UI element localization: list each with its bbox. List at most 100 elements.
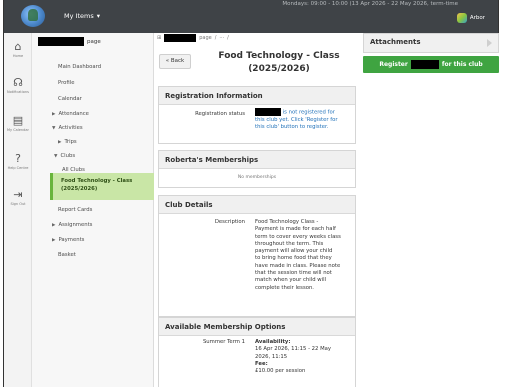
availability-line-1: 16 Apr 2026, 11:15 - 22 May bbox=[255, 346, 332, 353]
breadcrumb-page[interactable]: page bbox=[199, 35, 212, 41]
desc-line: have made in class. Please note bbox=[255, 262, 341, 269]
desc-line: that the session time will not bbox=[255, 270, 332, 277]
rail-home-label: Home bbox=[12, 54, 24, 58]
desc-line: Food Technology Class - bbox=[255, 219, 319, 225]
desc-line: payment will allow your child bbox=[255, 248, 333, 255]
top-bar: Mondays: 09:00 - 10:00 (13 Apr 2026 - 22… bbox=[4, 0, 498, 33]
nav-attendance-label: Attendance bbox=[58, 111, 89, 117]
club-details-heading: Club Details bbox=[159, 196, 355, 214]
rail-signout[interactable]: ⇥ Sign Out bbox=[4, 188, 32, 207]
nav-activities-label: Activities bbox=[58, 125, 83, 131]
chevron-right-icon bbox=[487, 39, 492, 47]
register-label-prefix: Register bbox=[379, 61, 408, 68]
nav-profile[interactable]: Profile bbox=[58, 80, 74, 86]
nav-activities[interactable]: ▼ Activities bbox=[52, 125, 83, 131]
description-value: Food Technology Class - Payment is made … bbox=[255, 219, 355, 292]
desc-line: complete their lesson. bbox=[255, 284, 314, 291]
caret-right-icon: ▶ bbox=[52, 238, 56, 243]
side-navigation: page Main Dashboard Profile Calendar ▶ At… bbox=[32, 33, 154, 387]
caret-right-icon: ▶ bbox=[58, 140, 62, 145]
school-crest-icon[interactable] bbox=[21, 5, 45, 27]
nav-assignments[interactable]: ▶ Assignments bbox=[52, 222, 92, 228]
breadcrumb-separator: / bbox=[214, 35, 217, 41]
rail-home[interactable]: ⌂ Home bbox=[4, 40, 32, 59]
breadcrumb: ⊞ page / ··· / bbox=[157, 34, 229, 42]
nav-trips[interactable]: ▶ Trips bbox=[58, 139, 77, 145]
availability-label: Availability: bbox=[255, 339, 291, 345]
registration-panel: Registration Information Registration st… bbox=[158, 86, 356, 144]
memberships-empty: No memberships bbox=[237, 175, 277, 180]
caret-right-icon: ▶ bbox=[52, 112, 56, 117]
nav-clubs[interactable]: ▼ Clubs bbox=[54, 153, 75, 159]
status-line-1: is not registered for bbox=[255, 108, 355, 117]
rail-notifications[interactable]: ☊ Notifications bbox=[4, 76, 32, 95]
sign-out-icon: ⇥ bbox=[13, 188, 23, 201]
status-text-3: this club' button to register. bbox=[255, 124, 329, 131]
desc-line: term to cover every weeks class bbox=[255, 233, 341, 240]
nav-payments[interactable]: ▶ Payments bbox=[52, 237, 84, 243]
home-icon: ⌂ bbox=[14, 40, 22, 53]
availability-line-2: 2026, 11:15 bbox=[255, 353, 288, 360]
redacted-breadcrumb-name bbox=[164, 34, 197, 42]
redacted-name bbox=[38, 37, 84, 46]
nav-assignments-label: Assignments bbox=[58, 222, 93, 228]
nav-header: page bbox=[38, 37, 101, 46]
nav-calendar[interactable]: Calendar bbox=[58, 96, 82, 102]
status-text-1: is not registered for bbox=[282, 109, 335, 116]
main-content: ⊞ page / ··· / « Back Food Technology - … bbox=[154, 33, 357, 387]
page-title-line2: (2025/2026) bbox=[248, 64, 310, 74]
term-details: Availability: 16 Apr 2026, 11:15 - 22 Ma… bbox=[255, 339, 355, 375]
term-label: Summer Term 1 bbox=[202, 339, 245, 345]
app-window: Mondays: 09:00 - 10:00 (13 Apr 2026 - 22… bbox=[0, 0, 510, 387]
my-items-menu[interactable]: My Items ▾ bbox=[64, 12, 100, 20]
rail-signout-label: Sign Out bbox=[10, 202, 26, 206]
page-title: Food Technology - Class (2025/2026) bbox=[204, 50, 354, 76]
nav-report-cards[interactable]: Report Cards bbox=[58, 207, 92, 213]
rail-help[interactable]: ? Help Centre bbox=[4, 152, 32, 171]
register-label-suffix: for this club bbox=[441, 61, 483, 68]
club-details-panel: Club Details Description Food Technology… bbox=[158, 195, 356, 317]
calendar-icon: ▤ bbox=[12, 114, 24, 127]
arbor-brand[interactable]: Arbor bbox=[456, 13, 485, 23]
back-button[interactable]: « Back bbox=[159, 54, 191, 69]
right-column: Attachments Register for this club bbox=[363, 33, 499, 387]
icon-rail: ⌂ Home ☊ Notifications ▤ My Calendar ? H… bbox=[4, 33, 32, 387]
rail-help-label: Help Centre bbox=[7, 166, 29, 170]
desc-line: to bring home food that they bbox=[255, 255, 332, 262]
register-button[interactable]: Register for this club bbox=[363, 56, 499, 73]
description-label: Description bbox=[214, 219, 245, 225]
nav-header-label: page bbox=[87, 38, 101, 45]
registration-heading: Registration Information bbox=[159, 87, 355, 105]
nav-basket[interactable]: Basket bbox=[58, 252, 76, 258]
chevron-down-icon: ▾ bbox=[96, 12, 100, 20]
arbor-logo-icon bbox=[456, 13, 467, 23]
nav-active-line2: (2025/2026) bbox=[61, 186, 98, 192]
desc-line: Payment is made for each half bbox=[255, 226, 336, 233]
bell-icon: ☊ bbox=[13, 76, 23, 89]
nav-main-dashboard[interactable]: Main Dashboard bbox=[58, 64, 101, 70]
breadcrumb-separator: / bbox=[227, 35, 229, 41]
nav-attendance[interactable]: ▶ Attendance bbox=[52, 111, 89, 117]
nav-active-club[interactable]: Food Technology - Class (2025/2026) bbox=[50, 173, 154, 200]
attachments-panel[interactable]: Attachments bbox=[363, 33, 499, 53]
breadcrumb-ellipsis[interactable]: ··· bbox=[219, 35, 224, 41]
redacted-child-name bbox=[410, 60, 439, 69]
help-icon: ? bbox=[15, 152, 21, 165]
nav-active-line1: Food Technology - Class bbox=[61, 178, 133, 184]
nav-clubs-label: Clubs bbox=[60, 153, 76, 159]
rail-calendar-label: My Calendar bbox=[7, 128, 29, 132]
fee-value: £10.00 per session bbox=[255, 368, 306, 375]
nav-payments-label: Payments bbox=[58, 237, 85, 243]
desc-line: match when your child will bbox=[255, 277, 327, 284]
redacted-child-name bbox=[255, 108, 281, 116]
caret-down-icon: ▼ bbox=[52, 126, 56, 131]
rail-calendar[interactable]: ▤ My Calendar bbox=[4, 114, 32, 133]
membership-options-heading: Available Membership Options bbox=[159, 318, 355, 336]
memberships-panel: Roberta's Memberships No memberships bbox=[158, 150, 356, 188]
nav-trips-label: Trips bbox=[64, 139, 77, 145]
schedule-strip: Mondays: 09:00 - 10:00 (13 Apr 2026 - 22… bbox=[282, 1, 458, 7]
caret-right-icon: ▶ bbox=[52, 223, 56, 228]
my-items-label: My Items bbox=[64, 12, 94, 20]
app-grid-icon[interactable]: ⊞ bbox=[157, 35, 161, 41]
status-text-2: this club yet. Click 'Register for bbox=[255, 116, 338, 123]
